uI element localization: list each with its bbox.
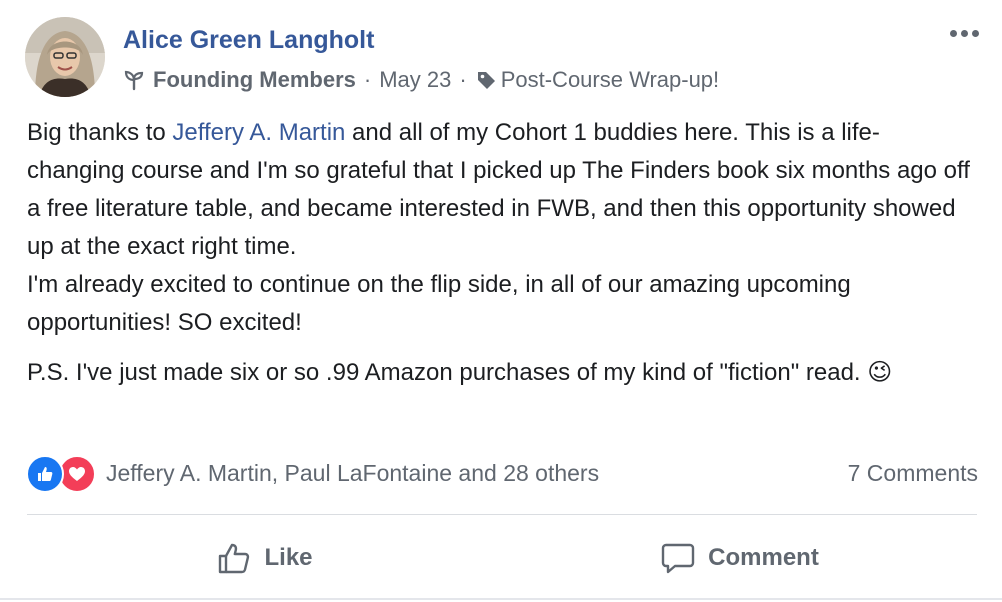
post-topic[interactable]: Post-Course Wrap-up! [501, 67, 719, 93]
comment-icon [660, 540, 696, 576]
author-avatar[interactable] [25, 17, 105, 97]
author-name[interactable]: Alice Green Langholt [123, 26, 374, 55]
post-date[interactable]: May 23 [379, 67, 451, 93]
post-meta: Founding Members · May 23 · Post-Course … [123, 67, 719, 93]
like-label: Like [264, 544, 313, 571]
post-card: Alice Green Langholt Founding Members · … [0, 0, 1002, 602]
more-options-icon[interactable] [950, 30, 979, 37]
post-text: P.S. I've just made six or so .99 Amazon… [27, 359, 861, 386]
tag-icon [475, 69, 497, 91]
comment-label: Comment [708, 544, 819, 571]
wink-emoji: 😉 [867, 359, 893, 386]
post-paragraph: Big thanks to Jeffery A. Martin and all … [27, 114, 977, 342]
reaction-icons[interactable] [26, 453, 100, 493]
like-button[interactable]: Like [27, 530, 502, 586]
divider [27, 514, 977, 515]
reaction-names[interactable]: Jeffery A. Martin, Paul LaFontaine and 2… [106, 460, 599, 487]
reactions-bar: Jeffery A. Martin, Paul LaFontaine and 2… [26, 451, 978, 495]
post-text: Big thanks to [27, 119, 173, 146]
post-paragraph: P.S. I've just made six or so .99 Amazon… [27, 354, 977, 392]
group-icon [123, 69, 145, 91]
like-icon [26, 455, 64, 493]
comment-button[interactable]: Comment [502, 530, 977, 586]
meta-separator: · [459, 67, 467, 92]
comments-count[interactable]: 7 Comments [848, 460, 978, 487]
post-actions: Like Comment [27, 530, 977, 586]
meta-separator: · [363, 67, 372, 92]
avatar-photo [25, 17, 105, 97]
mention-link[interactable]: Jeffery A. Martin [172, 119, 345, 146]
post-text: I'm already excited to continue on the f… [27, 271, 851, 336]
thumbs-up-icon [216, 540, 252, 576]
post-body: Big thanks to Jeffery A. Martin and all … [27, 114, 977, 392]
group-name[interactable]: Founding Members [153, 67, 356, 93]
card-bottom-border [0, 598, 1002, 600]
